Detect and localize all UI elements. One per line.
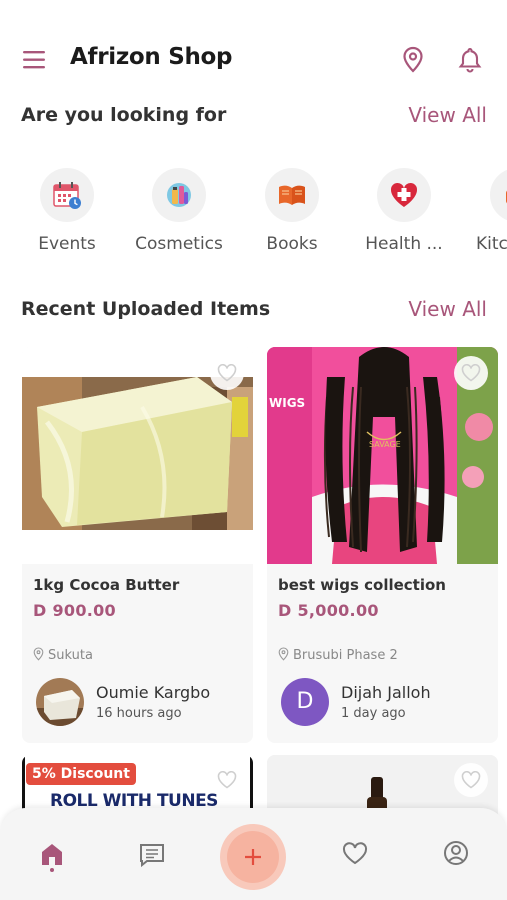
seller-avatar[interactable]: D bbox=[281, 678, 329, 726]
seller-name: Oumie Kargbo bbox=[96, 683, 211, 702]
add-item-button[interactable] bbox=[220, 824, 286, 890]
product-card[interactable]: 1kg Cocoa Butter D 900.00 Sukuta Oumie K… bbox=[22, 347, 253, 743]
seller-name: Dijah Jalloh bbox=[341, 683, 431, 702]
recent-items-header: Recent Uploaded Items View All bbox=[0, 294, 507, 326]
upload-time: 1 day ago bbox=[341, 706, 406, 721]
discount-badge: 5% Discount bbox=[26, 763, 136, 785]
category-books[interactable]: Books bbox=[237, 168, 347, 254]
categories-view-all-link[interactable]: View All bbox=[408, 103, 487, 127]
chat-icon[interactable] bbox=[138, 842, 166, 868]
seller-avatar[interactable] bbox=[36, 678, 84, 726]
category-events[interactable]: Events bbox=[12, 168, 122, 254]
add-item-button-inner bbox=[227, 831, 279, 883]
favorite-heart-icon[interactable] bbox=[454, 763, 488, 797]
profile-icon[interactable] bbox=[443, 840, 469, 866]
location-icon[interactable] bbox=[401, 46, 425, 74]
notification-bell-icon[interactable] bbox=[458, 46, 482, 74]
plus-icon bbox=[245, 849, 261, 865]
location-pin-icon bbox=[33, 647, 44, 661]
category-label: Health ... bbox=[365, 234, 443, 254]
favorite-heart-icon[interactable] bbox=[210, 763, 244, 797]
categories-title: Are you looking for bbox=[21, 104, 227, 126]
category-label: Kitc bbox=[476, 234, 507, 254]
upload-time: 16 hours ago bbox=[96, 706, 182, 721]
health-icon bbox=[377, 168, 431, 222]
category-health[interactable]: Health ... bbox=[349, 168, 459, 254]
bottom-navigation bbox=[0, 808, 507, 900]
category-kitchen[interactable]: Kitc bbox=[462, 168, 507, 254]
app-bar: Afrizon Shop bbox=[0, 36, 507, 84]
location-text: Brusubi Phase 2 bbox=[293, 648, 398, 663]
favorite-heart-icon[interactable] bbox=[210, 356, 244, 390]
categories-header: Are you looking for View All bbox=[0, 100, 507, 132]
menu-icon[interactable] bbox=[22, 49, 48, 71]
svg-text:SAVAGE: SAVAGE bbox=[369, 440, 401, 449]
heart-icon[interactable] bbox=[342, 842, 368, 866]
product-location: Brusubi Phase 2 bbox=[278, 647, 398, 663]
product-card[interactable]: WIGS SAVAGE best wigs collection D 5,000… bbox=[267, 347, 498, 743]
product-name: best wigs collection bbox=[278, 576, 446, 594]
cosmetics-icon bbox=[152, 168, 206, 222]
product-name: 1kg Cocoa Butter bbox=[33, 576, 180, 594]
app-title: Afrizon Shop bbox=[70, 44, 233, 70]
books-icon bbox=[265, 168, 319, 222]
product-price: D 900.00 bbox=[33, 601, 116, 620]
product-price: D 5,000.00 bbox=[278, 601, 379, 620]
categories-row: Events Cosmetics Books Health ... Kitc bbox=[0, 168, 507, 260]
product-location: Sukuta bbox=[33, 647, 93, 663]
category-label: Cosmetics bbox=[135, 234, 223, 254]
svg-text:WIGS: WIGS bbox=[269, 396, 305, 410]
location-text: Sukuta bbox=[48, 648, 93, 663]
category-label: Books bbox=[266, 234, 318, 254]
home-icon[interactable] bbox=[39, 840, 65, 872]
kitchen-icon bbox=[490, 168, 507, 222]
calendar-icon bbox=[40, 168, 94, 222]
category-cosmetics[interactable]: Cosmetics bbox=[124, 168, 234, 254]
favorite-heart-icon[interactable] bbox=[454, 356, 488, 390]
recent-items-title: Recent Uploaded Items bbox=[21, 298, 271, 320]
category-label: Events bbox=[38, 234, 96, 254]
recent-items-view-all-link[interactable]: View All bbox=[408, 297, 487, 321]
location-pin-icon bbox=[278, 647, 289, 661]
